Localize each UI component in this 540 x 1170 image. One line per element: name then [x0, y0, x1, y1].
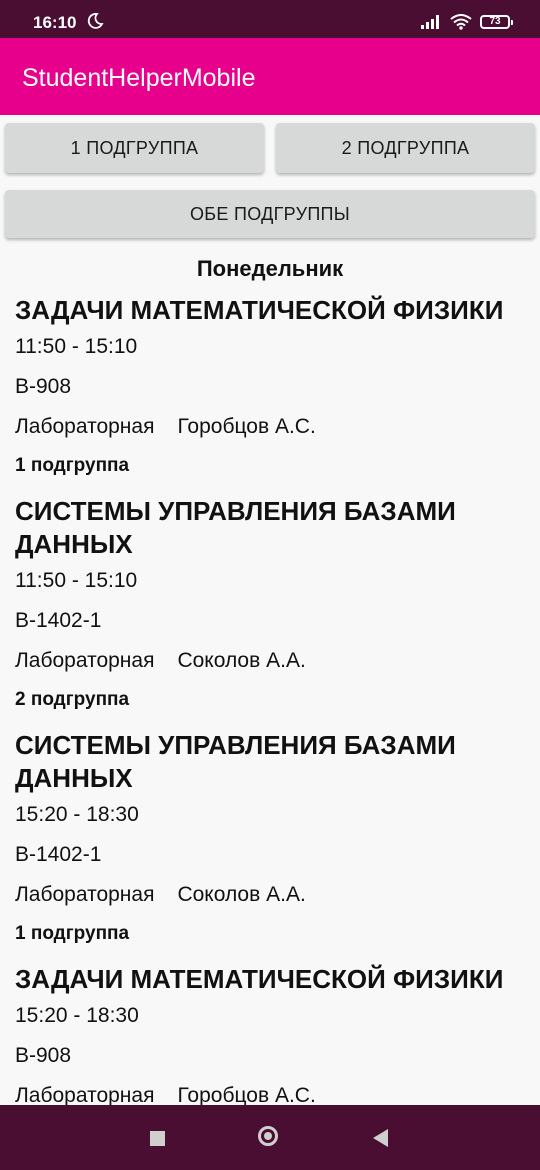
- home-circle-icon[interactable]: [258, 1126, 278, 1146]
- lesson-title: СИСТЕМЫ УПРАВЛЕНИЯ БАЗАМИ ДАННЫХ: [15, 496, 456, 559]
- lesson-room: В-1402-1: [15, 843, 102, 866]
- lesson-teacher: Соколов А.А.: [177, 649, 306, 672]
- lesson-type: Лабораторная: [15, 415, 155, 438]
- lesson-teacher: Горобцов А.С.: [177, 415, 316, 438]
- back-triangle-icon[interactable]: [373, 1129, 388, 1147]
- lesson-item: СИСТЕМЫ УПРАВЛЕНИЯ БАЗАМИ ДАННЫХ 11:50 -…: [0, 495, 540, 719]
- lesson-time: 11:50 - 15:10: [15, 335, 138, 358]
- both-subgroups-button[interactable]: ОБЕ ПОДГРУППЫ: [5, 190, 535, 238]
- lesson-teacher: Горобцов А.С.: [177, 1084, 316, 1105]
- battery-icon: 73: [480, 15, 513, 29]
- lesson-time: 11:50 - 15:10: [15, 569, 138, 592]
- lesson-room: В-908: [15, 375, 72, 398]
- status-time: 16:10: [33, 13, 77, 32]
- lesson-room: В-908: [15, 1044, 72, 1067]
- lesson-subgroup: 1 подгруппа: [15, 923, 130, 944]
- lesson-item: ЗАДАЧИ МАТЕМАТИЧЕСКОЙ ФИЗИКИ 15:20 - 18:…: [0, 963, 540, 1105]
- battery-level: 73: [489, 16, 501, 27]
- navigation-bar: [0, 1105, 540, 1170]
- subgroup-2-button[interactable]: 2 ПОДГРУППА: [276, 123, 535, 173]
- schedule-list[interactable]: Понедельник ЗАДАЧИ МАТЕМАТИЧЕСКОЙ ФИЗИКИ…: [0, 250, 540, 1105]
- lesson-details: Лабораторная Горобцов А.С.: [15, 407, 525, 447]
- lesson-title: СИСТЕМЫ УПРАВЛЕНИЯ БАЗАМИ ДАННЫХ: [15, 730, 456, 793]
- lesson-time: 15:20 - 18:30: [15, 803, 139, 826]
- signal-icon: [421, 15, 439, 29]
- lesson-details: Лабораторная Соколов А.А.: [15, 641, 525, 681]
- lesson-title: ЗАДАЧИ МАТЕМАТИЧЕСКОЙ ФИЗИКИ: [15, 964, 504, 994]
- subgroup-1-button[interactable]: 1 ПОДГРУППА: [5, 123, 264, 173]
- day-title: Понедельник: [196, 256, 344, 281]
- lesson-title: ЗАДАЧИ МАТЕМАТИЧЕСКОЙ ФИЗИКИ: [15, 295, 504, 325]
- lesson-details: Лабораторная Соколов А.А.: [15, 875, 525, 915]
- lesson-type: Лабораторная: [15, 883, 155, 906]
- recents-square-icon[interactable]: [150, 1131, 165, 1146]
- lesson-subgroup: 2 подгруппа: [15, 689, 130, 710]
- status-bar: 16:10 73: [0, 0, 540, 38]
- lesson-subgroup: 1 подгруппа: [15, 455, 130, 476]
- lesson-time: 15:20 - 18:30: [15, 1004, 139, 1027]
- lesson-item: ЗАДАЧИ МАТЕМАТИЧЕСКОЙ ФИЗИКИ 11:50 - 15:…: [0, 294, 540, 485]
- app-title: StudentHelperMobile: [22, 64, 256, 92]
- app-bar: StudentHelperMobile: [0, 38, 540, 115]
- lesson-room: В-1402-1: [15, 609, 102, 632]
- lesson-details: Лабораторная Горобцов А.С.: [15, 1076, 525, 1105]
- wifi-icon: [450, 14, 472, 30]
- lesson-type: Лабораторная: [15, 649, 155, 672]
- lesson-item: СИСТЕМЫ УПРАВЛЕНИЯ БАЗАМИ ДАННЫХ 15:20 -…: [0, 729, 540, 953]
- lesson-teacher: Соколов А.А.: [177, 883, 306, 906]
- lesson-type: Лабораторная: [15, 1084, 155, 1105]
- moon-icon: [87, 13, 104, 29]
